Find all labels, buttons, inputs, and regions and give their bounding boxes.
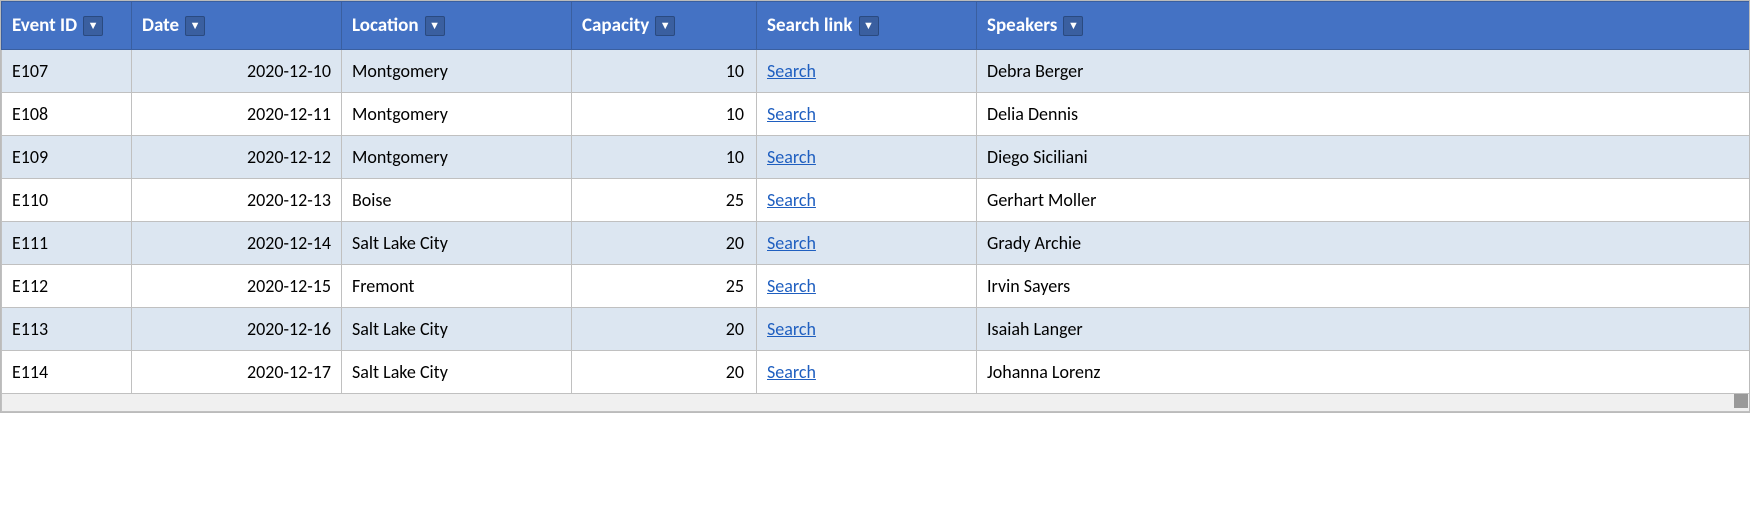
cell-search-link[interactable]: Search xyxy=(757,351,977,394)
cell-location: Salt Lake City xyxy=(342,351,572,394)
table-row: E1112020-12-14Salt Lake City20 Search Grad… xyxy=(2,222,1750,265)
cell-location: Montgomery xyxy=(342,93,572,136)
cell-speakers: Gerhart Moller xyxy=(977,179,1750,222)
cell-location: Boise xyxy=(342,179,572,222)
cell-capacity: 20 xyxy=(572,222,757,265)
cell-search-link[interactable]: Search xyxy=(757,265,977,308)
cell-event-id: E113 xyxy=(2,308,132,351)
cell-event-id: E112 xyxy=(2,265,132,308)
cell-speakers: Delia Dennis xyxy=(977,93,1750,136)
cell-date: 2020-12-12 xyxy=(132,136,342,179)
header-speakers: Speakers ▼ xyxy=(977,2,1750,50)
search-link-anchor[interactable]: Search xyxy=(767,189,816,211)
cell-location: Montgomery xyxy=(342,50,572,93)
cell-speakers: Isaiah Langer xyxy=(977,308,1750,351)
header-date-label: Date xyxy=(142,14,179,37)
header-event-id: Event ID ▼ xyxy=(2,2,132,50)
cell-date: 2020-12-17 xyxy=(132,351,342,394)
filter-date-button[interactable]: ▼ xyxy=(185,16,205,36)
scroll-corner-indicator xyxy=(1734,394,1748,408)
search-link-anchor[interactable]: Search xyxy=(767,146,816,168)
table-footer-row xyxy=(2,394,1750,412)
filter-location-button[interactable]: ▼ xyxy=(425,16,445,36)
table-row: E1132020-12-16Salt Lake City20 Search Isai… xyxy=(2,308,1750,351)
data-table: Event ID ▼ Date ▼ Location ▼ xyxy=(0,0,1750,413)
cell-date: 2020-12-11 xyxy=(132,93,342,136)
filter-capacity-button[interactable]: ▼ xyxy=(655,16,675,36)
cell-location: Salt Lake City xyxy=(342,222,572,265)
cell-date: 2020-12-13 xyxy=(132,179,342,222)
table-header-row: Event ID ▼ Date ▼ Location ▼ xyxy=(2,2,1750,50)
cell-location: Salt Lake City xyxy=(342,308,572,351)
table-row: E1142020-12-17Salt Lake City20 Search Joha… xyxy=(2,351,1750,394)
search-link-anchor[interactable]: Search xyxy=(767,60,816,82)
header-location-label: Location xyxy=(352,14,419,37)
cell-date: 2020-12-16 xyxy=(132,308,342,351)
cell-event-id: E108 xyxy=(2,93,132,136)
header-event-id-label: Event ID xyxy=(12,14,77,37)
cell-speakers: Johanna Lorenz xyxy=(977,351,1750,394)
header-location: Location ▼ xyxy=(342,2,572,50)
cell-location: Fremont xyxy=(342,265,572,308)
cell-speakers: Debra Berger xyxy=(977,50,1750,93)
table-row: E1092020-12-12Montgomery10 Search Diego Si… xyxy=(2,136,1750,179)
table-row: E1082020-12-11Montgomery10 Search Delia De… xyxy=(2,93,1750,136)
table-row: E1102020-12-13Boise25 Search Gerhart Molle… xyxy=(2,179,1750,222)
header-search-link-label: Search link xyxy=(767,14,853,37)
search-link-anchor[interactable]: Search xyxy=(767,318,816,340)
cell-capacity: 20 xyxy=(572,351,757,394)
cell-search-link[interactable]: Search xyxy=(757,50,977,93)
table-row: E1122020-12-15Fremont25 Search Irvin Sayer… xyxy=(2,265,1750,308)
cell-capacity: 10 xyxy=(572,136,757,179)
filter-event-id-button[interactable]: ▼ xyxy=(83,16,103,36)
table-row: E1072020-12-10Montgomery10 Search Debra Be… xyxy=(2,50,1750,93)
search-link-anchor[interactable]: Search xyxy=(767,103,816,125)
cell-search-link[interactable]: Search xyxy=(757,136,977,179)
search-link-anchor[interactable]: Search xyxy=(767,361,816,383)
header-date: Date ▼ xyxy=(132,2,342,50)
cell-date: 2020-12-15 xyxy=(132,265,342,308)
cell-event-id: E114 xyxy=(2,351,132,394)
cell-capacity: 20 xyxy=(572,308,757,351)
cell-search-link[interactable]: Search xyxy=(757,179,977,222)
search-link-anchor[interactable]: Search xyxy=(767,232,816,254)
cell-speakers: Diego Siciliani xyxy=(977,136,1750,179)
cell-capacity: 25 xyxy=(572,179,757,222)
header-capacity: Capacity ▼ xyxy=(572,2,757,50)
cell-date: 2020-12-14 xyxy=(132,222,342,265)
cell-event-id: E111 xyxy=(2,222,132,265)
cell-speakers: Grady Archie xyxy=(977,222,1750,265)
cell-speakers: Irvin Sayers xyxy=(977,265,1750,308)
cell-search-link[interactable]: Search xyxy=(757,222,977,265)
cell-capacity: 25 xyxy=(572,265,757,308)
cell-event-id: E110 xyxy=(2,179,132,222)
cell-capacity: 10 xyxy=(572,93,757,136)
search-link-anchor[interactable]: Search xyxy=(767,275,816,297)
header-search-link: Search link ▼ xyxy=(757,2,977,50)
filter-speakers-button[interactable]: ▼ xyxy=(1063,16,1083,36)
cell-location: Montgomery xyxy=(342,136,572,179)
header-capacity-label: Capacity xyxy=(582,14,649,37)
cell-date: 2020-12-10 xyxy=(132,50,342,93)
header-speakers-label: Speakers xyxy=(987,14,1057,37)
filter-search-link-button[interactable]: ▼ xyxy=(859,16,879,36)
cell-event-id: E109 xyxy=(2,136,132,179)
cell-capacity: 10 xyxy=(572,50,757,93)
cell-event-id: E107 xyxy=(2,50,132,93)
cell-search-link[interactable]: Search xyxy=(757,308,977,351)
cell-search-link[interactable]: Search xyxy=(757,93,977,136)
